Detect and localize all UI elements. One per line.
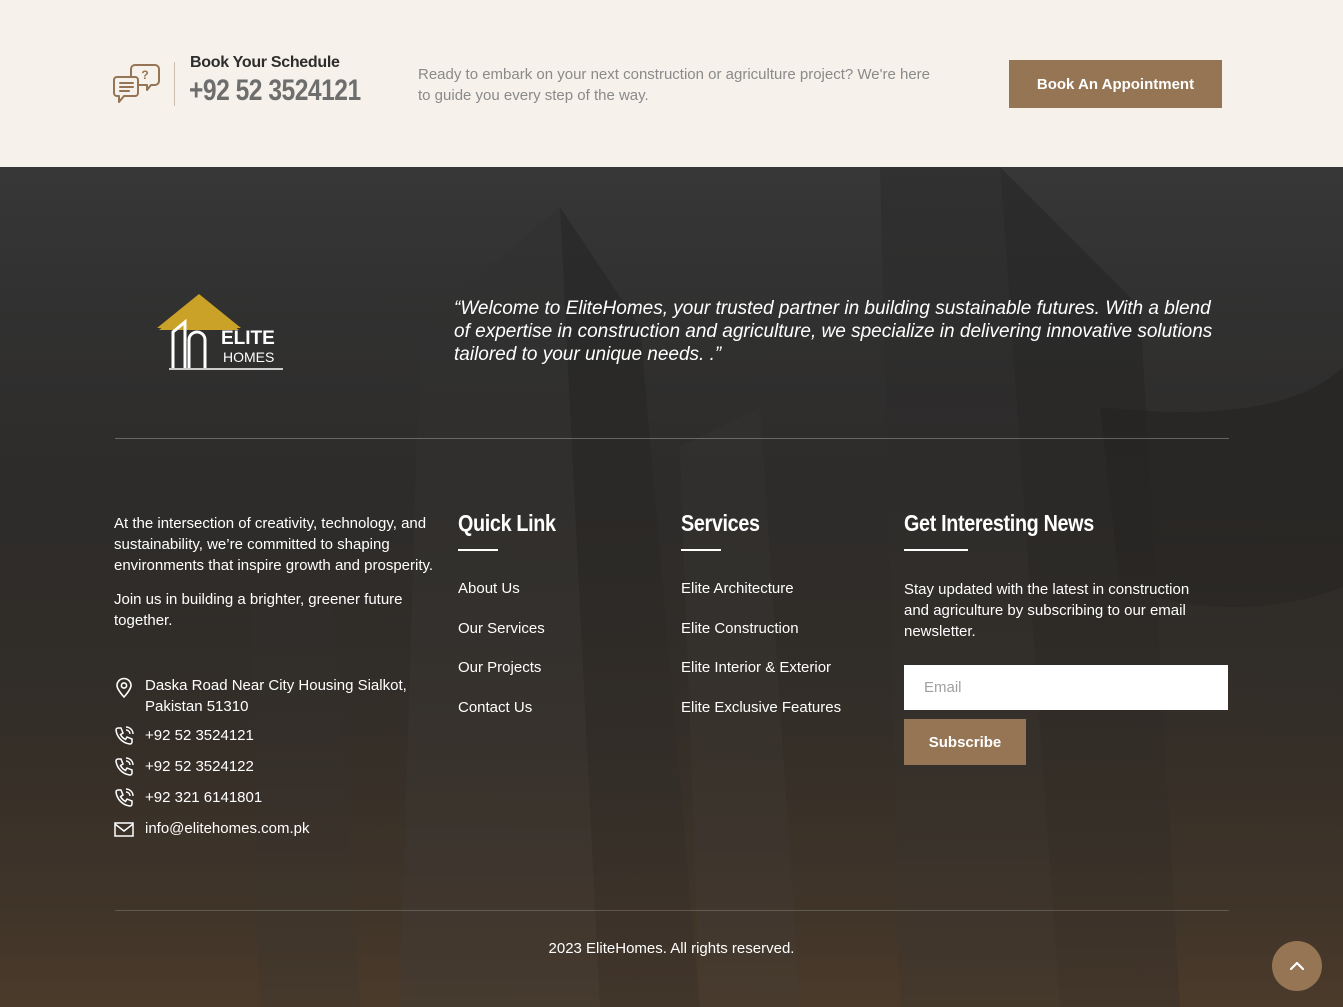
divider (174, 62, 175, 106)
divider (115, 910, 1229, 911)
location-pin-icon (116, 677, 132, 699)
svg-text:ELITE: ELITE (221, 328, 275, 349)
contact-phone-1[interactable]: +92 52 3524121 (113, 725, 443, 747)
phone-1-text: +92 52 3524121 (145, 727, 254, 744)
footer-link-about-us[interactable]: About Us (458, 580, 520, 597)
welcome-quote: “Welcome to EliteHomes, your trusted par… (454, 298, 1213, 365)
newsletter-title: Get Interesting News (904, 510, 1094, 536)
service-link-construction[interactable]: Elite Construction (681, 620, 799, 637)
about-paragraph-1: At the intersection of creativity, techn… (114, 515, 434, 574)
address-text: Daska Road Near City Housing Sialkot, Pa… (145, 677, 407, 715)
title-underline (904, 549, 968, 551)
service-link-interior-exterior[interactable]: Elite Interior & Exterior (681, 659, 831, 676)
email-text: info@elitehomes.com.pk (145, 820, 310, 837)
phone-icon (115, 788, 134, 807)
back-to-top-button[interactable] (1272, 941, 1322, 991)
service-link-exclusive-features[interactable]: Elite Exclusive Features (681, 699, 841, 716)
about-text: At the intersection of creativity, techn… (114, 513, 434, 644)
newsletter-email-input[interactable] (904, 665, 1228, 710)
subscribe-button[interactable]: Subscribe (904, 719, 1026, 765)
schedule-text: Ready to embark on your next constructio… (418, 66, 931, 104)
schedule-phone[interactable]: +92 52 3524121 (189, 74, 361, 108)
schedule-title: Book Your Schedule (190, 54, 340, 71)
contact-email[interactable]: info@elitehomes.com.pk (113, 818, 443, 840)
quick-link-title: Quick Link (458, 510, 556, 536)
footer-link-our-services[interactable]: Our Services (458, 620, 545, 637)
phone-icon (115, 757, 134, 776)
newsletter-text: Stay updated with the latest in construc… (904, 581, 1190, 640)
about-paragraph-2: Join us in building a brighter, greener … (114, 591, 403, 629)
contact-phone-3[interactable]: +92 321 6141801 (113, 787, 443, 809)
contact-list: Daska Road Near City Housing Sialkot, Pa… (113, 675, 443, 840)
footer-link-our-projects[interactable]: Our Projects (458, 659, 541, 676)
title-underline (681, 549, 721, 551)
contact-address: Daska Road Near City Housing Sialkot, Pa… (113, 675, 443, 717)
svg-text:HOMES: HOMES (223, 349, 274, 365)
envelope-icon (114, 822, 134, 837)
appointment-strip: ? Book Your Schedule +92 52 3524121 Read… (0, 0, 1343, 167)
footer-link-contact-us[interactable]: Contact Us (458, 699, 532, 716)
chevron-up-icon (1289, 961, 1305, 971)
chat-question-icon: ? (113, 64, 160, 103)
footer-hero: ELITE HOMES “Welcome to EliteHomes, your… (0, 167, 1343, 1007)
phone-3-text: +92 321 6141801 (145, 789, 263, 806)
service-link-architecture[interactable]: Elite Architecture (681, 580, 794, 597)
svg-text:?: ? (141, 68, 148, 82)
phone-icon (115, 726, 134, 745)
elite-homes-logo: ELITE HOMES (157, 294, 283, 370)
book-appointment-button[interactable]: Book An Appointment (1009, 60, 1222, 108)
contact-phone-2[interactable]: +92 52 3524122 (113, 756, 443, 778)
title-underline (458, 549, 498, 551)
divider (115, 438, 1229, 439)
copyright-text: 2023 EliteHomes. All rights reserved. (548, 940, 795, 957)
phone-2-text: +92 52 3524122 (145, 758, 254, 775)
services-title: Services (681, 510, 760, 536)
